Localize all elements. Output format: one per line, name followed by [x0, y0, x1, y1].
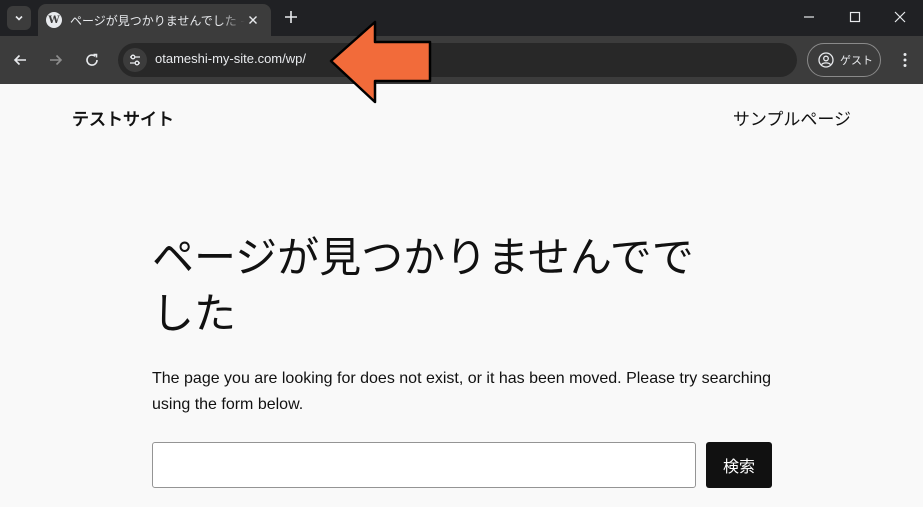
chevron-down-icon	[15, 15, 23, 21]
maximize-button[interactable]	[833, 4, 877, 30]
profile-label: ゲスト	[840, 54, 873, 67]
minimize-icon	[804, 16, 814, 18]
account-icon	[818, 52, 834, 68]
nav-link-sample-page[interactable]: サンプルページ	[733, 105, 851, 130]
close-icon	[894, 11, 906, 23]
site-info-button[interactable]	[123, 48, 147, 72]
browser-toolbar: otameshi-my-site.com/wp/ ゲスト	[0, 36, 923, 84]
search-input[interactable]	[152, 442, 696, 488]
maximize-icon	[849, 11, 861, 23]
reload-icon	[86, 53, 98, 66]
browser-tab-bar: W ページが見つかりませんでした – テストサイト	[0, 0, 923, 36]
tab-title: ページが見つかりませんでした – テストサイト	[70, 13, 245, 28]
plus-icon	[285, 11, 297, 23]
profile-button[interactable]: ゲスト	[807, 43, 881, 77]
address-bar[interactable]: otameshi-my-site.com/wp/	[118, 43, 797, 77]
back-button[interactable]	[8, 48, 32, 72]
web-page: テストサイト サンプルページ ページが見つかりませんでで した The page…	[0, 84, 923, 507]
tune-icon	[130, 54, 140, 66]
page-title-line2: した	[152, 289, 237, 338]
active-tab[interactable]: W ページが見つかりませんでした – テストサイト	[38, 4, 271, 36]
wordpress-icon: W	[46, 12, 62, 28]
tab-close-button[interactable]	[245, 12, 261, 28]
arrow-left-icon	[13, 54, 26, 66]
browser-menu-button[interactable]	[893, 48, 917, 72]
page-description: The page you are looking for does not ex…	[152, 370, 772, 413]
arrow-right-icon	[50, 54, 63, 66]
site-title[interactable]: テストサイト	[72, 105, 174, 130]
reload-button[interactable]	[80, 48, 104, 72]
search-button[interactable]: 検索	[706, 442, 772, 488]
close-window-button[interactable]	[878, 4, 922, 30]
close-icon	[249, 16, 257, 24]
forward-button[interactable]	[44, 48, 68, 72]
new-tab-button[interactable]	[280, 6, 302, 28]
minimize-button[interactable]	[787, 4, 831, 30]
tab-search-button[interactable]	[7, 6, 31, 30]
more-vert-icon	[903, 53, 907, 67]
page-title: ページが見つかりませんでで	[152, 233, 694, 282]
url-text: otameshi-my-site.com/wp/	[155, 51, 306, 66]
